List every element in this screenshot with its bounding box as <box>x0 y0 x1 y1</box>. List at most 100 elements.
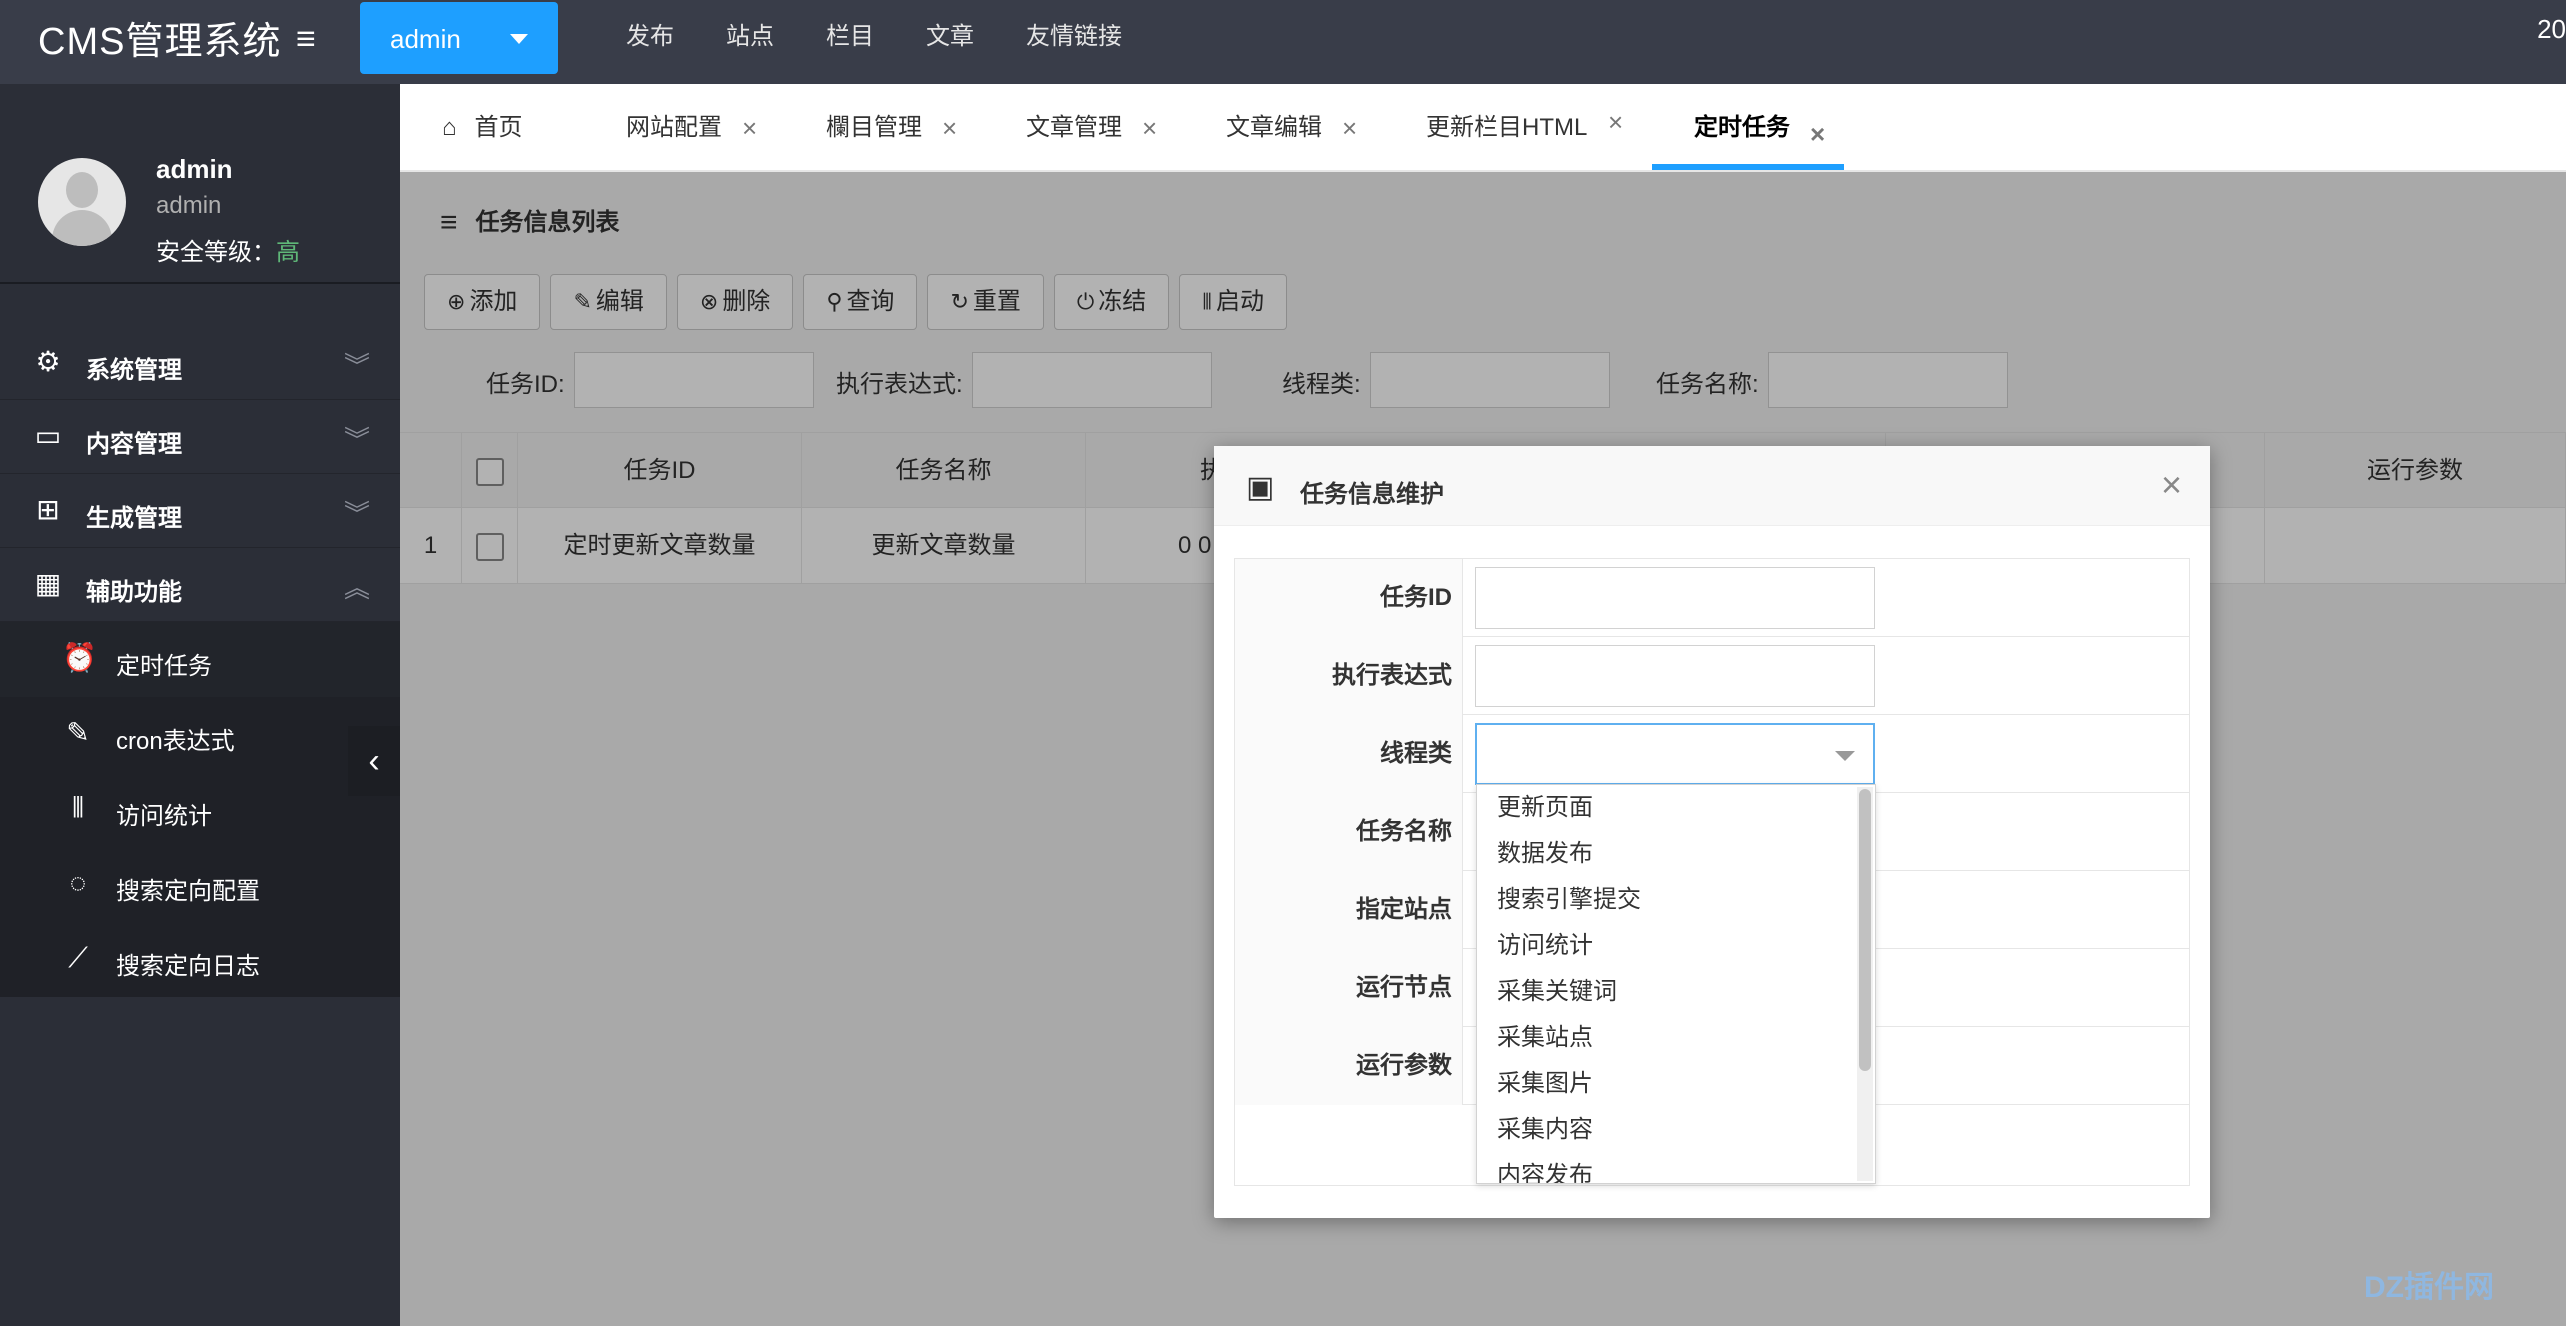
profile-role: admin <box>156 192 222 219</box>
dropdown-option[interactable]: 采集关键词 <box>1477 969 1875 1015</box>
security-value: 高 <box>276 239 300 266</box>
field-label: 运行参数 <box>1235 1027 1463 1105</box>
chevron-double-up-icon: ︽ <box>343 573 370 603</box>
sidebar-item-label: 搜索定向日志 <box>116 953 260 980</box>
app-brand: CMS管理系统 <box>38 21 282 63</box>
tab-column-manage[interactable]: 欄目管理 × <box>826 84 957 172</box>
user-dropdown-label: admin <box>390 24 461 54</box>
field-label: 任务名称 <box>1235 793 1463 871</box>
sidebar-item-label: cron表达式 <box>116 728 235 755</box>
topnav-articles[interactable]: 文章 <box>900 0 1000 74</box>
user-dropdown[interactable]: admin <box>360 2 558 74</box>
topnav-sites[interactable]: 站点 <box>700 0 800 74</box>
chevron-double-down-icon: ︾ <box>343 425 370 455</box>
form-row-thread-class: 线程类 <box>1235 715 2189 793</box>
security-label: 安全等级： <box>156 239 276 266</box>
sidebar-group-aux[interactable]: ▦ 辅助功能 ︽ <box>0 548 400 622</box>
task-id-input[interactable] <box>1475 567 1875 629</box>
topnav-publish[interactable]: 发布 <box>600 0 700 74</box>
profile-name: admin <box>156 154 233 184</box>
dropdown-option[interactable]: 更新页面 <box>1477 785 1875 831</box>
tab-scheduled-task[interactable]: 定时任务 × <box>1694 84 1825 172</box>
top-bar: CMS管理系统 ≡ admin 发布 站点 栏目 文章 友情链接 20 <box>0 0 2566 84</box>
sidebar-group-content[interactable]: ▭ 内容管理 ︾ <box>0 400 400 474</box>
field-label: 运行节点 <box>1235 949 1463 1027</box>
wallet-icon: ▣ <box>1246 471 1275 504</box>
sidebar-submenu: ⏰ 定时任务 ✎ cron表达式 ⦀ 访问统计 ◌ 搜索定向配置 ⟋ 搜索定向日… <box>0 622 400 997</box>
dropdown-option[interactable]: 采集图片 <box>1477 1061 1875 1107</box>
dropdown-option[interactable]: 采集站点 <box>1477 1015 1875 1061</box>
active-tab-indicator <box>1652 164 1844 170</box>
sidebar-group-label: 系统管理 <box>86 357 182 384</box>
sidebar-group-generate[interactable]: ⊞ 生成管理 ︾ <box>0 474 400 548</box>
form-row-expression: 执行表达式 <box>1235 637 2189 715</box>
circle-loading-icon: ◌ <box>69 867 87 898</box>
gear-icon: ⚙ <box>35 346 61 377</box>
sidebar-item-search-config[interactable]: ◌ 搜索定向配置 <box>0 847 400 922</box>
dropdown-option[interactable]: 访问统计 <box>1477 923 1875 969</box>
dropdown-option[interactable]: 搜索引擎提交 <box>1477 877 1875 923</box>
alarm-clock-icon: ⏰ <box>62 642 97 673</box>
tab-update-column-html[interactable]: 更新栏目HTML × <box>1426 84 1623 172</box>
close-icon[interactable]: × <box>942 84 957 172</box>
tab-label: 首页 <box>474 114 523 141</box>
home-icon: ⌂ <box>442 114 457 141</box>
bookmark-icon: ⊞ <box>36 494 60 525</box>
form-row-task-id: 任务ID <box>1235 559 2189 637</box>
close-icon[interactable]: × <box>1608 78 1623 166</box>
tab-bar: ⌂ 首页 网站配置 × 欄目管理 × 文章管理 × 文章编辑 × 更新栏目HTML × 定时… <box>400 84 2566 172</box>
sidebar-item-visit-stats[interactable]: ⦀ 访问统计 <box>0 772 400 847</box>
monitor-icon: ▭ <box>34 420 62 451</box>
scrollbar-thumb[interactable] <box>1859 789 1871 1071</box>
topnav-columns[interactable]: 栏目 <box>800 0 900 74</box>
close-icon[interactable]: × <box>742 84 757 172</box>
chevron-double-down-icon: ︾ <box>343 499 370 529</box>
tab-label: 欄目管理 <box>826 114 922 141</box>
field-label: 任务ID <box>1235 559 1463 637</box>
field-label: 执行表达式 <box>1235 637 1463 715</box>
sidebar-item-cron[interactable]: ✎ cron表达式 <box>0 697 400 772</box>
close-icon[interactable]: × <box>1342 84 1357 172</box>
sidebar-group-label: 内容管理 <box>86 431 182 458</box>
chevron-left-icon: ‹ <box>368 742 380 780</box>
top-nav: 发布 站点 栏目 文章 友情链接 <box>600 0 1148 74</box>
topnav-links[interactable]: 友情链接 <box>1000 0 1148 74</box>
line-chart-icon: ⟋ <box>68 942 88 973</box>
caret-down-icon <box>1835 751 1855 761</box>
close-icon[interactable]: × <box>1142 84 1157 172</box>
sidebar-menu: ⚙ 系统管理 ︾ ▭ 内容管理 ︾ ⊞ 生成管理 ︾ ▦ 辅助功能 ︽ ⏰ 定时… <box>0 326 400 997</box>
pencil-icon: ✎ <box>66 717 90 748</box>
dropdown-option[interactable]: 内容发布 <box>1477 1153 1875 1183</box>
dialog-title: 任务信息维护 <box>1300 481 1444 508</box>
audio-bars-icon: ⦀ <box>71 792 85 823</box>
menu-toggle-icon[interactable]: ≡ <box>296 22 326 56</box>
thread-class-options: 更新页面 数据发布 搜索引擎提交 访问统计 采集关键词 采集站点 采集图片 采集… <box>1476 784 1876 1184</box>
dropdown-option[interactable]: 数据发布 <box>1477 831 1875 877</box>
expression-input[interactable] <box>1475 645 1875 707</box>
dialog-header: ▣ 任务信息维护 × <box>1214 446 2210 526</box>
sidebar-item-search-log[interactable]: ⟋ 搜索定向日志 <box>0 922 400 997</box>
tab-label: 文章编辑 <box>1226 114 1322 141</box>
caret-down-icon <box>510 34 528 44</box>
clock-fragment: 20 <box>2537 14 2566 44</box>
tab-label: 定时任务 <box>1694 114 1790 141</box>
sidebar-collapse-button[interactable]: ‹ <box>348 726 400 796</box>
sidebar-item-label: 搜索定向配置 <box>116 878 260 905</box>
sidebar-group-system[interactable]: ⚙ 系统管理 ︾ <box>0 326 400 400</box>
tab-label: 更新栏目HTML <box>1426 114 1588 141</box>
sidebar-group-label: 辅助功能 <box>86 579 182 606</box>
security-level: 安全等级：高 <box>156 232 300 267</box>
sidebar-item-scheduled-task[interactable]: ⏰ 定时任务 <box>0 622 400 697</box>
thread-class-select[interactable] <box>1475 723 1875 785</box>
dropdown-option[interactable]: 采集内容 <box>1477 1107 1875 1153</box>
avatar[interactable] <box>38 158 126 246</box>
tab-home[interactable]: ⌂ 首页 <box>442 84 523 172</box>
tab-label: 文章管理 <box>1026 114 1122 141</box>
tab-article-edit[interactable]: 文章编辑 × <box>1226 84 1357 172</box>
apps-icon: ▦ <box>34 568 62 599</box>
sidebar-item-label: 定时任务 <box>116 653 212 680</box>
tab-article-manage[interactable]: 文章管理 × <box>1026 84 1157 172</box>
sidebar-group-label: 生成管理 <box>86 505 182 532</box>
close-icon[interactable]: × <box>2161 464 2182 506</box>
tab-site-config[interactable]: 网站配置 × <box>626 84 757 172</box>
